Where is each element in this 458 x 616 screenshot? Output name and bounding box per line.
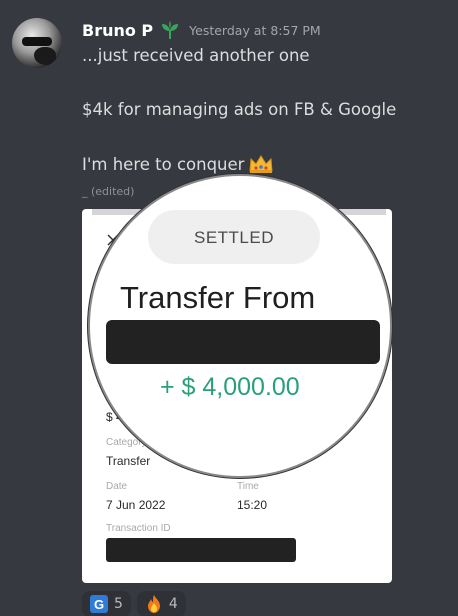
- message-timestamp[interactable]: Yesterday at 8:57 PM: [189, 23, 321, 38]
- edited-text: (edited): [91, 185, 135, 198]
- transfer-amount: + $ 4,000.00: [160, 373, 300, 401]
- fire-emoji-icon: [147, 595, 160, 613]
- time-value: 15:20: [237, 498, 268, 512]
- reaction-g[interactable]: G 5: [82, 591, 131, 616]
- transaction-id-label: Transaction ID: [106, 523, 171, 534]
- redacted-sender: [106, 320, 380, 364]
- username[interactable]: Bruno P: [82, 21, 153, 40]
- message-line-3-text: I'm here to conquer: [82, 155, 245, 174]
- status-settled: SETTLED: [193, 228, 275, 247]
- time-label: Time: [237, 481, 259, 492]
- user-avatar[interactable]: [12, 18, 62, 68]
- reaction-bar: G 5 4: [82, 591, 186, 616]
- avatar-sunglasses: [22, 37, 52, 46]
- message-line-1: ...just received another one: [82, 46, 310, 65]
- crown-emoji-icon: [249, 155, 273, 173]
- date-value: 7 Jun 2022: [106, 498, 166, 512]
- reaction-fire[interactable]: 4: [136, 591, 186, 616]
- edited-label: _ (edited): [82, 185, 135, 198]
- g-emoji-icon: G: [90, 595, 108, 613]
- message-line-2: $4k for managing ads on FB & Google: [82, 100, 397, 119]
- reaction-count: 5: [114, 596, 123, 612]
- date-label: Date: [106, 481, 128, 492]
- magnifier-lens: SETTLED Transfer From + $ 4,000.00: [88, 174, 392, 478]
- message-header: Bruno P Yesterday at 8:57 PM: [82, 18, 321, 42]
- message-line-3: I'm here to conquer: [82, 154, 274, 174]
- transfer-title: Transfer From: [120, 280, 316, 315]
- avatar-figure: [34, 47, 56, 65]
- category-value: Transfer: [106, 454, 151, 468]
- sprout-role-icon[interactable]: [159, 20, 181, 40]
- redacted-transaction-id: [106, 538, 296, 562]
- reaction-count: 4: [168, 596, 178, 612]
